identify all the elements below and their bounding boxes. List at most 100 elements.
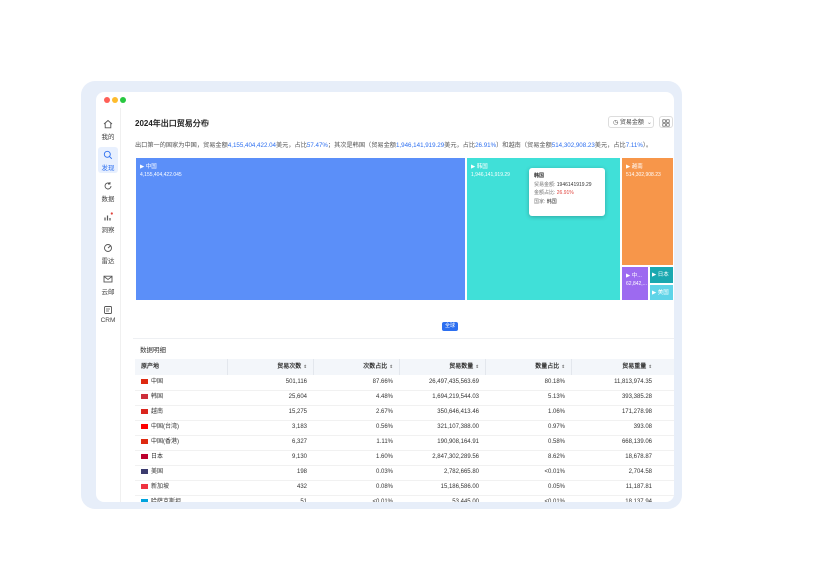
table-cell: 393.08 (571, 420, 658, 435)
treemap-tile-china[interactable]: ▶ 中国 4,155,404,422.045 (135, 157, 466, 301)
tooltip-country-label: 国家: (534, 198, 546, 205)
country-flag-icon (141, 408, 148, 414)
sidebar-item-mine[interactable]: 我的 (96, 119, 120, 141)
cell-value: 393.08 (633, 424, 652, 430)
table-cell: 0.08% (313, 480, 399, 495)
grid-view-button[interactable] (659, 116, 673, 128)
summary-highlight: 26.91% (475, 142, 497, 149)
metric-select[interactable]: ◷ 贸易金额 ⌄ (608, 116, 654, 128)
tooltip-share-label: 金额占比: (534, 190, 556, 196)
cell-value: 中国 (151, 379, 164, 385)
table-cell: 2,704.58 (571, 465, 658, 480)
table-row[interactable]: 日本 9,130 1.60% 2,847,302,289.56 8.62% 18,678.… (135, 450, 674, 466)
column-label: 贸易重量 (622, 364, 647, 370)
table-header-cell[interactable]: 贸易数量 ⇕ (399, 359, 485, 375)
table-row[interactable]: 中国(台湾) 3,183 0.56% 321,107,388.00 0.97% 393.0… (135, 420, 674, 436)
table-cell: 15,275 (227, 405, 313, 420)
table-cell: 668,139.06 (571, 435, 658, 450)
tile-name: ▶ 越南 (626, 164, 643, 170)
tooltip-share: 26.91% (556, 190, 574, 196)
sidebar-item-insight[interactable]: 洞察 (96, 212, 120, 234)
summary-highlight: 1,946,141,919.29 (395, 142, 445, 149)
treemap-tooltip: 韩国 贸易金额: 1946141919.29 金额占比: 26.91% 国家: … (529, 168, 605, 216)
treemap-tile-usa[interactable]: ▶ 美国 (649, 284, 674, 301)
sort-icon[interactable]: ⇕ (648, 364, 652, 369)
cell-value: 198 (296, 469, 307, 475)
sidebar-item-radar[interactable]: 雷达 (96, 243, 120, 265)
sidebar-item-label: 数据 (101, 196, 115, 203)
table-cell: 1,694,219,544.03 (399, 390, 485, 405)
refresh-icon (104, 182, 112, 190)
table-cell: 51 (227, 495, 313, 502)
table-row[interactable]: 越南 15,275 2.67% 350,646,413.46 1.06% 171,278.… (135, 405, 674, 421)
maximize-dot[interactable] (120, 97, 126, 103)
cell-value: 中国(香港) (151, 439, 179, 445)
tile-value: 62,842,... (626, 281, 647, 287)
country-flag-icon (141, 423, 148, 429)
cell-value: 8.62% (547, 454, 565, 460)
close-dot[interactable] (104, 97, 110, 103)
summary-text-part: ）。 (642, 142, 653, 149)
table-cell: 韩国 (135, 390, 227, 405)
treemap-tile-japan[interactable]: ▶ 日本 (649, 266, 674, 284)
cell-value: 15,275 (288, 409, 307, 415)
sort-icon[interactable]: ⇕ (561, 364, 565, 369)
table-cell: <0.01% (485, 465, 571, 480)
table-cell: 25,604 (227, 390, 313, 405)
cell-value: 2.67% (375, 409, 393, 415)
sidebar-item-label: 发现 (101, 165, 115, 172)
sort-icon[interactable]: ⇕ (389, 364, 393, 369)
global-breadcrumb-button[interactable]: 全球 (442, 322, 458, 331)
sidebar-item-mail[interactable]: 云邮 (96, 274, 120, 296)
cell-value: 53,445.00 (452, 499, 479, 502)
main-panel: 2024年出口贸易分布 i ◷ 贸易金额 ⌄ 出口第一的国家为中国，贸易金额4,1… (125, 108, 674, 502)
table-row[interactable]: 新加坡 432 0.08% 15,186,586.00 0.05% 11,187.81 (135, 480, 674, 496)
cell-value: 668,139.06 (621, 439, 652, 445)
table-cell: 1.06% (485, 405, 571, 420)
table-row[interactable]: 韩国 25,604 4.48% 1,694,219,544.03 5.13% 393,38… (135, 390, 674, 406)
table-header-cell[interactable]: 数量占比 ⇕ (485, 359, 571, 375)
column-label: 贸易次数 (277, 364, 302, 370)
cell-value: 171,278.98 (621, 409, 652, 415)
cell-value: 80.18% (544, 379, 565, 385)
table-row[interactable]: 中国(香港) 6,327 1.11% 190,908,164.91 0.58% 668,1… (135, 435, 674, 451)
table-row[interactable]: 美国 198 0.03% 2,782,665.80 <0.01% 2,704.58 (135, 465, 674, 481)
table-cell: 2,782,665.80 (399, 465, 485, 480)
table-header-cell[interactable]: 贸易次数 ⇕ (227, 359, 313, 375)
treemap-tile-vietnam[interactable]: ▶ 越南 514,302,908.23 (621, 157, 674, 266)
summary-text-part: ；其次是韩国（贸易金额 (327, 142, 396, 149)
table-cell: 53,445.00 (399, 495, 485, 502)
country-flag-icon (141, 438, 148, 444)
table-header-cell[interactable]: 贸易重量 ⇕ (571, 359, 658, 375)
cell-value: 432 (296, 484, 307, 490)
table-cell: 198 (227, 465, 313, 480)
table-row[interactable]: 中国 501,116 87.66% 26,497,435,563.69 80.18% 11… (135, 375, 674, 391)
sort-icon[interactable]: ⇕ (475, 364, 479, 369)
treemap-tile-other[interactable]: ▶ 中... 62,842,... (621, 266, 649, 301)
sidebar-item-data[interactable]: 数据 (96, 181, 120, 203)
table-cell: 0.97% (485, 420, 571, 435)
table-cell: 4.48% (313, 390, 399, 405)
cell-value: 1.06% (547, 409, 565, 415)
cell-value: 26,497,435,563.69 (428, 379, 479, 385)
info-icon[interactable]: i (201, 119, 209, 127)
table-cell: 321,107,388.00 (399, 420, 485, 435)
table-header-cell[interactable]: 次数占比 ⇕ (313, 359, 399, 375)
sort-icon[interactable]: ⇕ (303, 364, 307, 369)
summary-highlight: 57.47% (306, 142, 328, 149)
table-cell: 11,813,974.35 (571, 375, 658, 390)
mail-icon (103, 275, 113, 283)
table-cell: 1.11% (313, 435, 399, 450)
app-window: 我的 发现 数据 洞察 雷达 云邮 CRM 2024年出口贸易分布 i ◷ 贸易… (96, 92, 674, 502)
table-cell: 0.05% (485, 480, 571, 495)
chevron-down-icon: ⌄ (646, 120, 652, 126)
minimize-dot[interactable] (112, 97, 118, 103)
sidebar-item-crm[interactable]: CRM (96, 305, 120, 324)
sidebar-item-discover[interactable]: 发现 (98, 147, 118, 173)
table-cell: 5.13% (485, 390, 571, 405)
summary-text-part: 美元，占比 (594, 142, 626, 149)
table-row[interactable]: 哈萨克斯坦 51 <0.01% 53,445.00 <0.01% 18,137.94 (135, 495, 674, 502)
cell-value: 51 (300, 499, 307, 502)
table-cell: 3,183 (227, 420, 313, 435)
table-cell: 171,278.98 (571, 405, 658, 420)
